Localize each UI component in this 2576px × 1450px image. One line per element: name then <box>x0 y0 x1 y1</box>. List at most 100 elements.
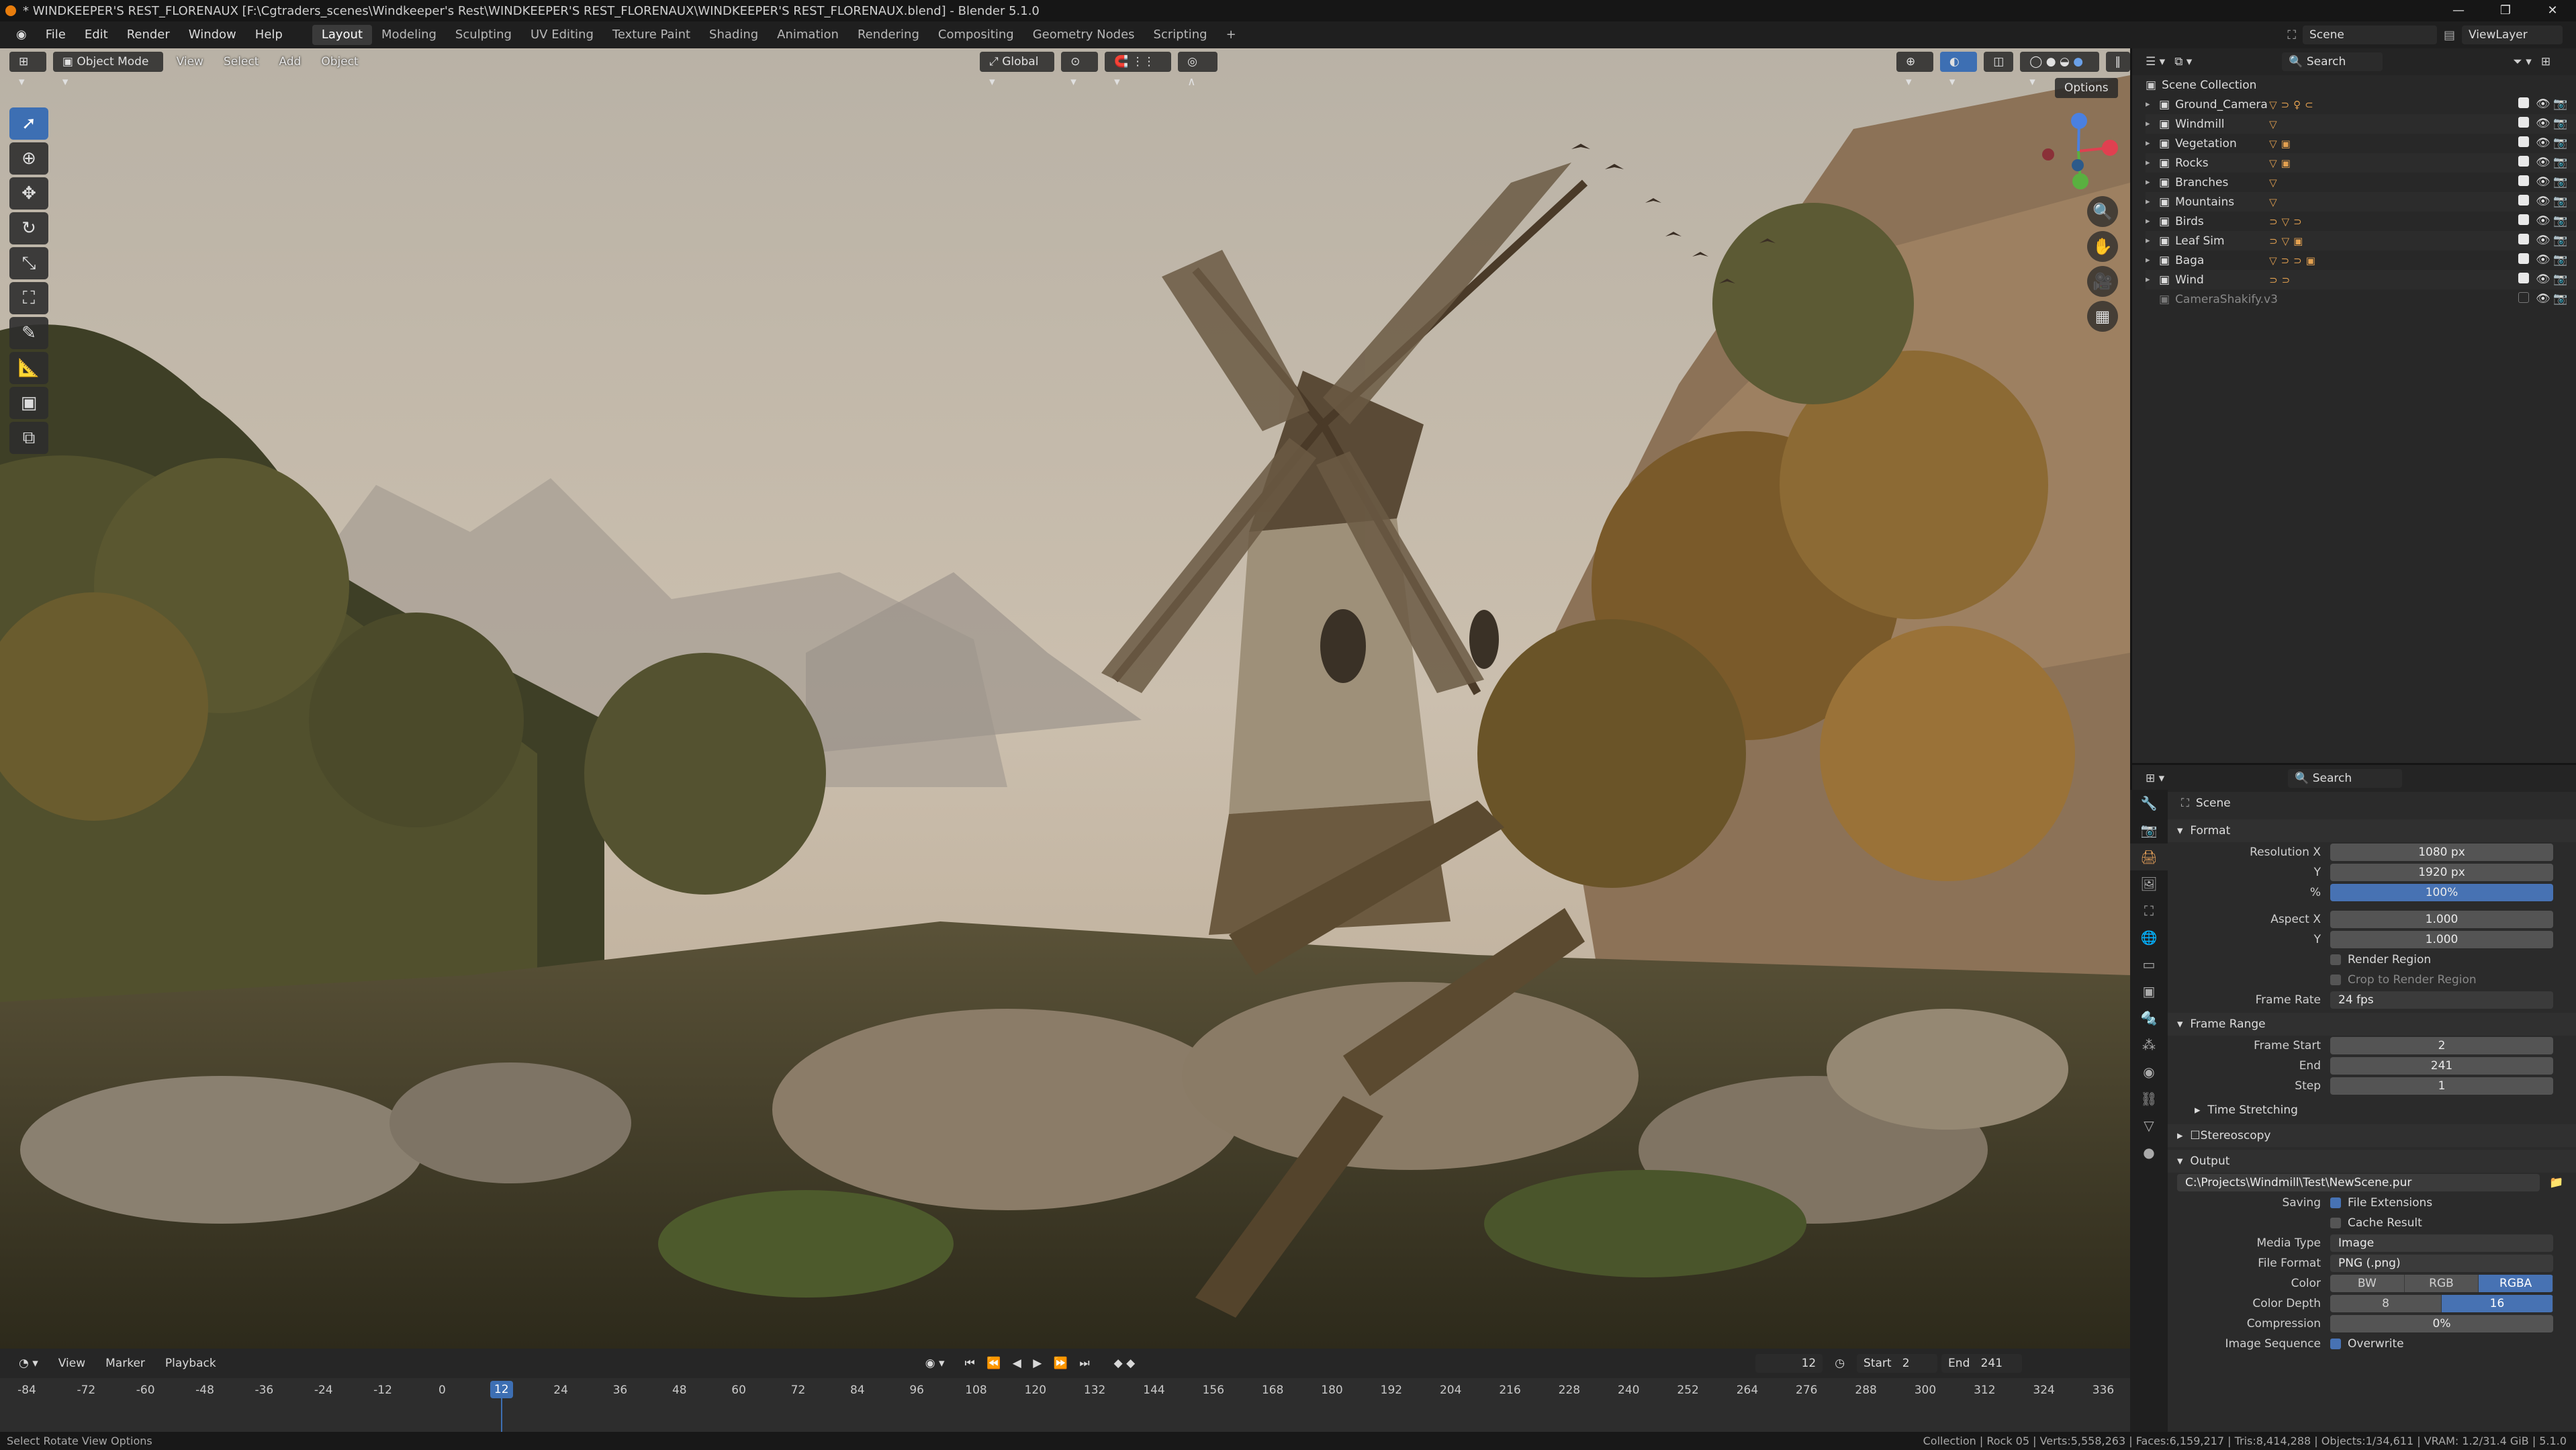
navigation-gizmo[interactable] <box>2035 107 2122 195</box>
menu-file[interactable]: File <box>36 21 75 48</box>
world-tab-icon[interactable]: 🌐 <box>2130 924 2168 951</box>
camera-render-icon[interactable]: 📷 <box>2553 97 2567 111</box>
file-format-dropdown[interactable]: PNG (.png) <box>2330 1255 2553 1272</box>
color-rgba-option[interactable]: RGBA <box>2479 1275 2553 1292</box>
outliner-row[interactable]: ▸ ▣ Ground_Camera ▽⊃♀⊂ 👁 📷 <box>2146 95 2576 114</box>
expand-arrow-icon[interactable]: ▸ <box>2146 255 2159 265</box>
color-rgb-option[interactable]: RGB <box>2404 1275 2479 1292</box>
outliner-row[interactable]: ▸ ▣ Mountains ▽ 👁 📷 <box>2146 192 2576 212</box>
menu-window[interactable]: Window <box>179 21 246 48</box>
exclude-checkbox[interactable] <box>2518 292 2529 306</box>
keyframe-nav[interactable]: ◆ ◆ <box>1106 1357 1144 1370</box>
render-region-checkbox[interactable]: Render Region <box>2330 953 2431 966</box>
editor-type-button[interactable]: ⊞ ▾ <box>9 52 46 89</box>
snap-toggle[interactable]: 🧲 ⋮⋮ ▾ <box>1105 52 1172 89</box>
outliner-row[interactable]: ▸ ▣ Baga ▽⊃⊃▣ 👁 📷 <box>2146 251 2576 270</box>
outliner-row[interactable]: ▸ ▣ Birds ⊃▽⊃ 👁 📷 <box>2146 212 2576 231</box>
exclude-checkbox[interactable] <box>2518 214 2529 228</box>
exclude-checkbox[interactable] <box>2518 175 2529 189</box>
camera-render-icon[interactable]: 📷 <box>2553 175 2567 189</box>
expand-arrow-icon[interactable]: ▸ <box>2146 99 2159 109</box>
tab-compositing[interactable]: Compositing <box>929 25 1023 45</box>
tab-texture-paint[interactable]: Texture Paint <box>603 25 700 45</box>
eye-icon[interactable]: 👁 <box>2536 234 2550 248</box>
transform-tool[interactable]: ⛶ <box>9 282 48 314</box>
output-panel-header[interactable]: ▾ Output <box>2168 1150 2576 1173</box>
eye-icon[interactable]: 👁 <box>2536 195 2550 209</box>
file-extensions-checkbox[interactable]: File Extensions <box>2330 1196 2432 1210</box>
expand-arrow-icon[interactable]: ▸ <box>2146 275 2159 285</box>
camera-render-icon[interactable]: 📷 <box>2553 117 2567 131</box>
expand-arrow-icon[interactable]: ▸ <box>2146 236 2159 246</box>
eye-icon[interactable]: 👁 <box>2536 253 2550 267</box>
constraints-tab-icon[interactable]: ⛓ <box>2130 1085 2168 1112</box>
properties-editor-type[interactable]: ⊞ ▾ <box>2146 772 2164 785</box>
camera-render-icon[interactable]: 📷 <box>2553 273 2567 287</box>
menu-edit[interactable]: Edit <box>75 21 118 48</box>
media-type-dropdown[interactable]: Image <box>2330 1234 2553 1252</box>
view-layer-tab-icon[interactable]: 🖼 <box>2130 870 2168 897</box>
particles-tab-icon[interactable]: ⁂ <box>2130 1032 2168 1058</box>
outliner-row[interactable]: ▸ ▣ Branches ▽ 👁 📷 <box>2146 173 2576 192</box>
scale-tool[interactable]: ⤡ <box>9 247 48 279</box>
exclude-checkbox[interactable] <box>2518 117 2529 131</box>
xray-toggle[interactable]: ◫ <box>1984 52 2014 72</box>
output-path-field[interactable]: C:\Projects\Windmill\Test\NewScene.pur <box>2177 1174 2540 1191</box>
expand-arrow-icon[interactable]: ▸ <box>2146 177 2159 187</box>
blender-menu-icon[interactable]: ◉ <box>7 21 36 48</box>
outliner-editor-type[interactable]: ☰ ▾ <box>2146 55 2165 69</box>
tab-uv-editing[interactable]: UV Editing <box>521 25 603 45</box>
outliner-row[interactable]: ▸ ▣ Vegetation ▽▣ 👁 📷 <box>2146 134 2576 153</box>
tab-rendering[interactable]: Rendering <box>848 25 929 45</box>
playback-controls[interactable]: ⏮ ⏪ ◀ ▶ ⏩ ⏭ <box>957 1357 1102 1370</box>
measure-tool[interactable]: 📐 <box>9 352 48 384</box>
outliner-search[interactable]: 🔍 Search <box>2282 52 2383 71</box>
properties-search[interactable]: 🔍 Search <box>2288 769 2403 788</box>
camera-render-icon[interactable]: 📷 <box>2553 292 2567 306</box>
material-tab-icon[interactable]: ● <box>2130 1139 2168 1166</box>
crop-region-checkbox[interactable]: Crop to Render Region <box>2330 973 2477 987</box>
timeline-editor-type[interactable]: ◔ ▾ <box>11 1357 46 1370</box>
exclude-checkbox[interactable] <box>2518 273 2529 287</box>
timeline-menu-marker[interactable]: Marker <box>97 1357 153 1370</box>
object-tab-icon[interactable]: ▣ <box>2130 978 2168 1005</box>
move-tool[interactable]: ✥ <box>9 177 48 210</box>
pause-render-button[interactable]: ‖ <box>2105 52 2131 72</box>
frame-step-field[interactable]: 1 <box>2330 1077 2553 1095</box>
camera-render-icon[interactable]: 📷 <box>2553 136 2567 150</box>
close-button[interactable]: ✕ <box>2529 0 2576 21</box>
exclude-checkbox[interactable] <box>2518 136 2529 150</box>
playhead[interactable]: 12 <box>490 1381 513 1398</box>
tab-sculpting[interactable]: Sculpting <box>446 25 521 45</box>
depth-8-option[interactable]: 8 <box>2330 1295 2442 1312</box>
tab-layout[interactable]: Layout <box>312 25 373 45</box>
transform-orientation-selector[interactable]: ⤢ Global ▾ <box>980 52 1055 89</box>
menu-help[interactable]: Help <box>246 21 292 48</box>
tab-modeling[interactable]: Modeling <box>372 25 446 45</box>
format-panel-header[interactable]: ▾ Format <box>2168 819 2576 842</box>
scene-selector[interactable]: Scene <box>2302 26 2437 44</box>
pivot-point-selector[interactable]: ⊙ ▾ <box>1061 52 1099 89</box>
color-bw-option[interactable]: BW <box>2330 1275 2405 1292</box>
camera-render-icon[interactable]: 📷 <box>2553 234 2567 248</box>
resolution-y-field[interactable]: 1920 px <box>2330 864 2553 881</box>
outliner-row[interactable]: ▸ ▣ Wind ⊃⊃ 👁 📷 <box>2146 270 2576 289</box>
outliner-row[interactable]: ▣ CameraShakify.v3 👁 📷 <box>2146 289 2576 309</box>
exclude-checkbox[interactable] <box>2518 97 2529 111</box>
menu-view[interactable]: View <box>170 55 210 69</box>
outliner-row[interactable]: ▸ ▣ Windmill ▽ 👁 📷 <box>2146 114 2576 134</box>
menu-object[interactable]: Object <box>314 55 365 69</box>
exclude-checkbox[interactable] <box>2518 234 2529 248</box>
expand-arrow-icon[interactable]: ▸ <box>2146 158 2159 168</box>
proportional-editing-toggle[interactable]: ◎ ∧ <box>1178 52 1218 89</box>
eye-icon[interactable]: 👁 <box>2536 214 2550 228</box>
scene-tab-icon[interactable]: ⛶ <box>2130 897 2168 924</box>
modifier-tab-icon[interactable]: 🔩 <box>2130 1005 2168 1032</box>
render-tab-icon[interactable]: 📷 <box>2130 817 2168 844</box>
camera-view-icon[interactable]: 🎥 <box>2087 266 2118 297</box>
3d-viewport[interactable] <box>0 48 2130 1349</box>
resolution-percent-slider[interactable]: 100% <box>2330 884 2553 901</box>
expand-arrow-icon[interactable]: ▸ <box>2146 119 2159 129</box>
object-mode-selector[interactable]: ▣ Object Mode ▾ <box>52 52 163 89</box>
eye-icon[interactable]: 👁 <box>2536 292 2550 306</box>
